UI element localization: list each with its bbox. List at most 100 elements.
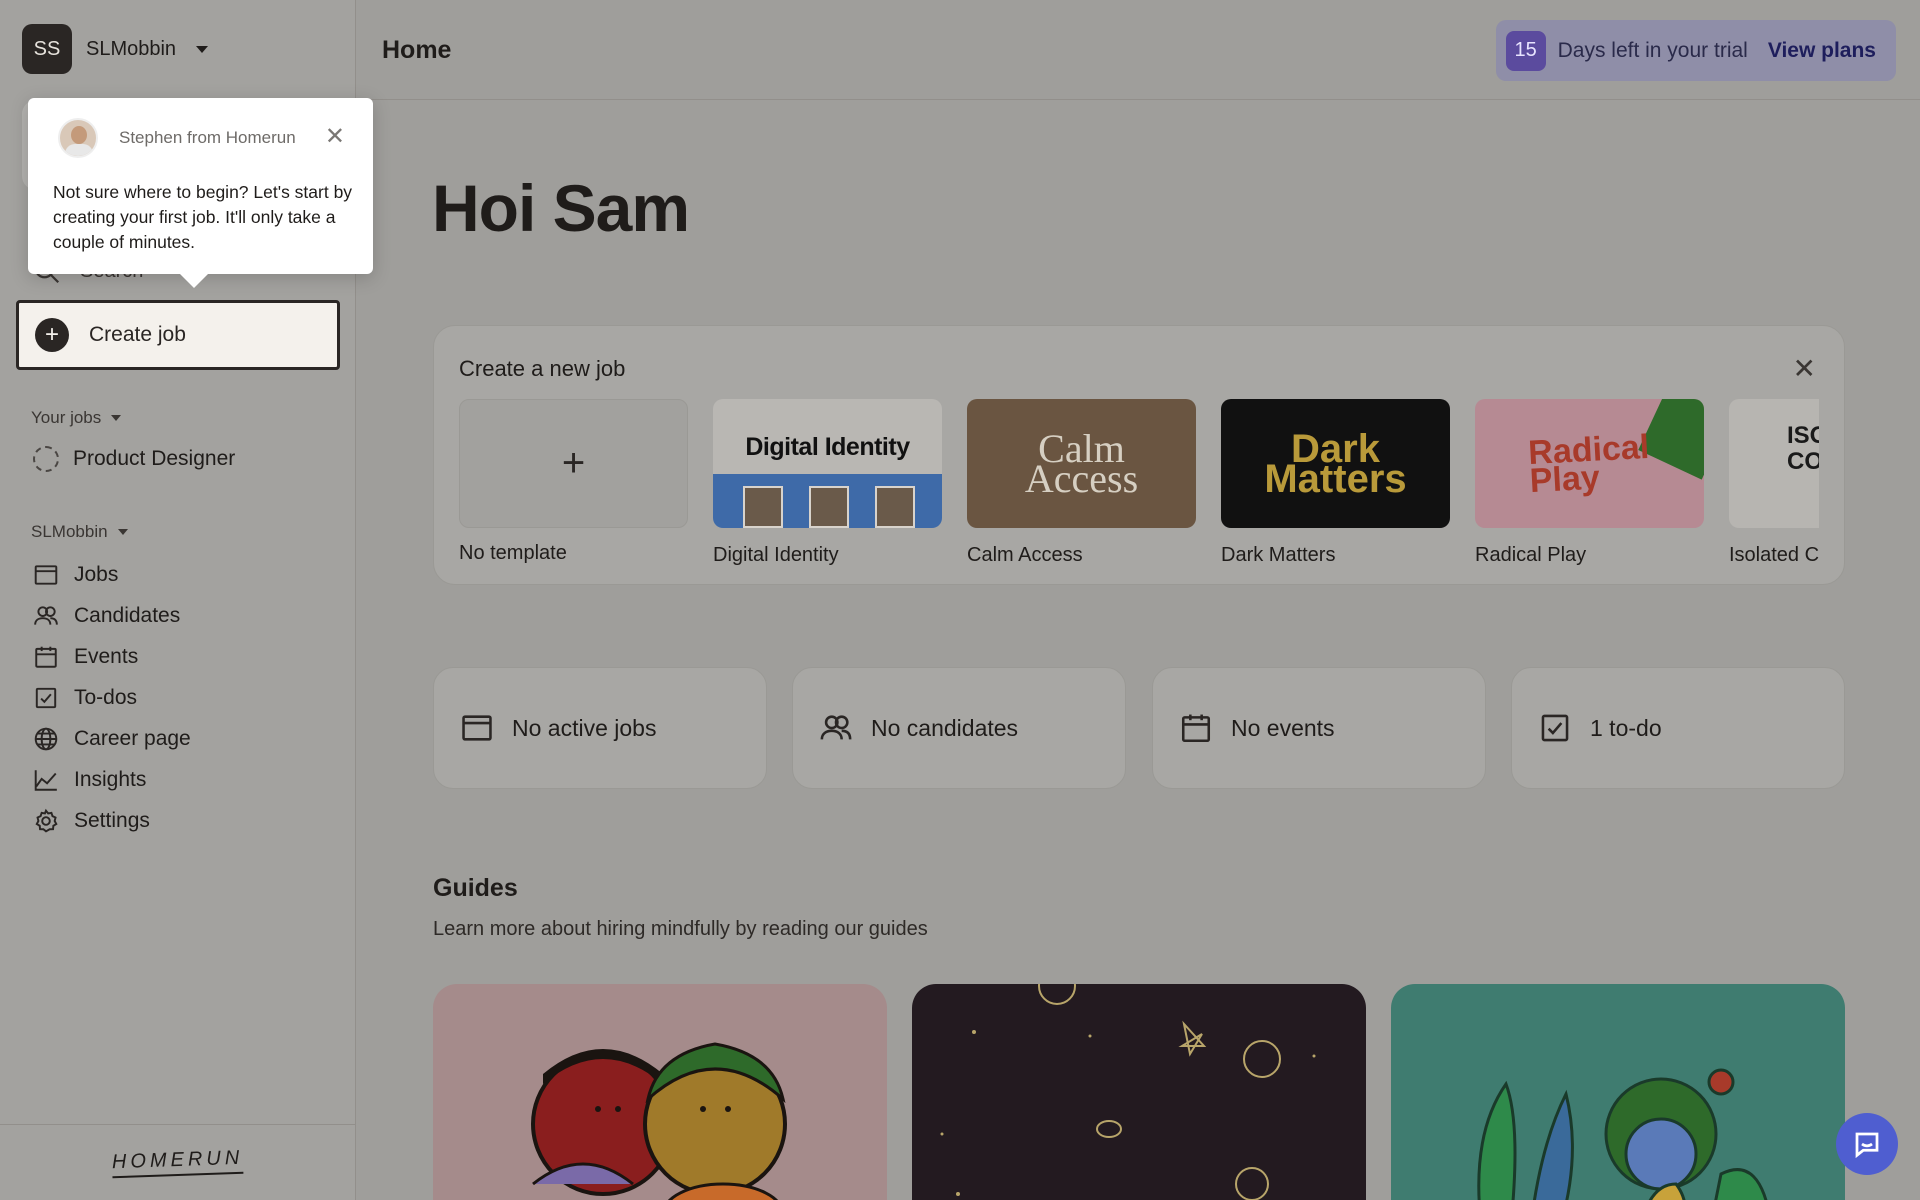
- stat-card-jobs[interactable]: No active jobs: [433, 667, 767, 789]
- sidebar-item-candidates[interactable]: Candidates: [32, 595, 191, 636]
- sidebar-item-events[interactable]: Events: [32, 636, 191, 677]
- stat-card-candidates[interactable]: No candidates: [792, 667, 1126, 789]
- template-thumb-text: Digital Identity: [745, 433, 910, 461]
- browser-window-icon: [462, 715, 492, 741]
- template-thumbnail: ISO CO: [1729, 399, 1819, 528]
- chat-launcher-button[interactable]: [1836, 1113, 1898, 1175]
- create-job-button[interactable]: + Create job: [16, 300, 340, 370]
- template-thumbnail: Radical Play: [1475, 399, 1704, 528]
- sidebar-item-label: Insights: [74, 767, 147, 791]
- avatar-body: [65, 144, 93, 156]
- avatar-head: [71, 126, 87, 144]
- calendar-icon: [32, 643, 60, 671]
- template-thumb-text: +: [561, 441, 586, 485]
- sidebar-item-career-page[interactable]: Career page: [32, 718, 191, 759]
- homerun-logo[interactable]: HOMERUN: [111, 1146, 245, 1179]
- overview-stats: No active jobs No candidates No events 1…: [433, 667, 1845, 789]
- guides-title: Guides: [433, 874, 518, 902]
- trial-banner: 15 Days left in your trial View plans: [1495, 20, 1896, 81]
- sidebar-item-todos[interactable]: To-dos: [32, 677, 191, 718]
- template-card[interactable]: Calm Access Calm Access: [967, 399, 1196, 567]
- stat-card-todos[interactable]: 1 to-do: [1511, 667, 1845, 789]
- portrait-image: [743, 486, 783, 528]
- checkbox-icon: [32, 684, 60, 712]
- template-thumbnail: Digital Identity: [713, 399, 942, 528]
- guide-illustration: [1477, 1068, 1768, 1200]
- chevron-down-icon: [196, 45, 209, 53]
- create-job-panel: Create a new job ✕ + No template Digital…: [433, 325, 1845, 585]
- checkbox-icon: [1541, 714, 1569, 742]
- trial-text: Days left in your trial: [1557, 38, 1748, 62]
- template-carousel[interactable]: + No template Digital Identity Digital I…: [459, 399, 1819, 569]
- template-name: Dark Matters: [1221, 544, 1336, 566]
- guide-card[interactable]: [433, 984, 887, 1200]
- account-switcher[interactable]: SS SLMobbin: [22, 24, 209, 74]
- stat-label: 1 to-do: [1590, 714, 1662, 741]
- globe-icon: [32, 725, 60, 753]
- template-card[interactable]: ISO CO Isolated C: [1729, 399, 1819, 567]
- guides-list: [433, 984, 1845, 1200]
- portrait-image: [875, 486, 915, 528]
- template-thumbnail: Dark Matters: [1221, 399, 1450, 528]
- calendar-icon: [1181, 714, 1211, 743]
- template-thumb-text: Calm Access: [1024, 425, 1139, 501]
- your-jobs-toggle[interactable]: Your jobs: [31, 408, 122, 428]
- close-icon[interactable]: ✕: [1793, 352, 1816, 385]
- guide-illustration: [531, 1042, 787, 1200]
- template-name: Radical Play: [1475, 544, 1587, 566]
- sender-avatar: [58, 118, 98, 158]
- page-title: Home: [382, 36, 452, 64]
- plus-icon: +: [35, 318, 69, 352]
- sidebar-item-label: To-dos: [74, 685, 138, 709]
- stat-card-events[interactable]: No events: [1152, 667, 1486, 789]
- account-name: SLMobbin: [86, 37, 177, 60]
- sidebar-item-insights[interactable]: Insights: [32, 759, 191, 800]
- template-card[interactable]: Radical Play Radical Play: [1475, 399, 1704, 567]
- chevron-down-icon: [117, 529, 128, 535]
- close-icon[interactable]: ✕: [325, 122, 345, 151]
- portrait-image: [809, 486, 849, 528]
- template-name: No template: [459, 542, 567, 564]
- stat-label: No events: [1231, 714, 1335, 741]
- sidebar-item-label: Settings: [74, 808, 150, 832]
- guides-subtitle: Learn more about hiring mindfully by rea…: [433, 918, 928, 940]
- sidebar-job-product-designer[interactable]: Product Designer: [33, 446, 235, 472]
- workspace-label: SLMobbin: [31, 522, 108, 541]
- template-name: Digital Identity: [713, 544, 839, 566]
- draft-status-icon: [33, 446, 59, 472]
- stat-label: No candidates: [871, 714, 1019, 741]
- account-avatar: SS: [22, 24, 72, 74]
- template-card[interactable]: Digital Identity Digital Identity: [713, 399, 942, 567]
- people-icon: [32, 602, 60, 630]
- sidebar-item-label: Jobs: [74, 562, 119, 586]
- guide-card[interactable]: [912, 984, 1366, 1200]
- template-thumb-text: Dark Matters: [1264, 426, 1407, 501]
- sidebar-item-label: Events: [74, 644, 139, 668]
- trial-days-badge: 15: [1505, 30, 1546, 71]
- guide-illustration: [940, 984, 1316, 1200]
- create-job-panel-title: Create a new job: [459, 356, 626, 381]
- guide-card[interactable]: [1391, 984, 1845, 1200]
- sidebar-nav: Jobs Candidates Events To-dos Career pag…: [32, 554, 191, 841]
- onboarding-popover: Stephen from Homerun ✕ Not sure where to…: [28, 98, 373, 288]
- view-plans-link[interactable]: View plans: [1768, 39, 1876, 63]
- your-jobs-label: Your jobs: [31, 408, 102, 427]
- create-job-label: Create job: [89, 323, 186, 346]
- sidebar-item-label: Career page: [74, 726, 191, 750]
- template-thumb-text: Radical Play: [1527, 427, 1651, 500]
- sidebar-item-jobs[interactable]: Jobs: [32, 554, 191, 595]
- popover-sender: Stephen from Homerun: [119, 128, 296, 147]
- chat-icon: [1855, 1132, 1879, 1159]
- sidebar-item-settings[interactable]: Settings: [32, 800, 191, 841]
- template-card[interactable]: Dark Matters Dark Matters: [1221, 399, 1450, 567]
- template-name: Isolated C: [1729, 544, 1819, 566]
- workspace-toggle[interactable]: SLMobbin: [31, 522, 128, 542]
- top-bar: Home 15 Days left in your trial View pla…: [357, 0, 1920, 100]
- greeting-heading: Hoi Sam: [432, 171, 690, 245]
- chevron-down-icon: [111, 415, 122, 421]
- stat-label: No active jobs: [512, 714, 657, 741]
- template-card[interactable]: + No template: [459, 399, 688, 565]
- sidebar-item-label: Candidates: [74, 603, 181, 627]
- job-label: Product Designer: [73, 447, 236, 470]
- template-thumb-text: ISO CO: [1787, 422, 1819, 475]
